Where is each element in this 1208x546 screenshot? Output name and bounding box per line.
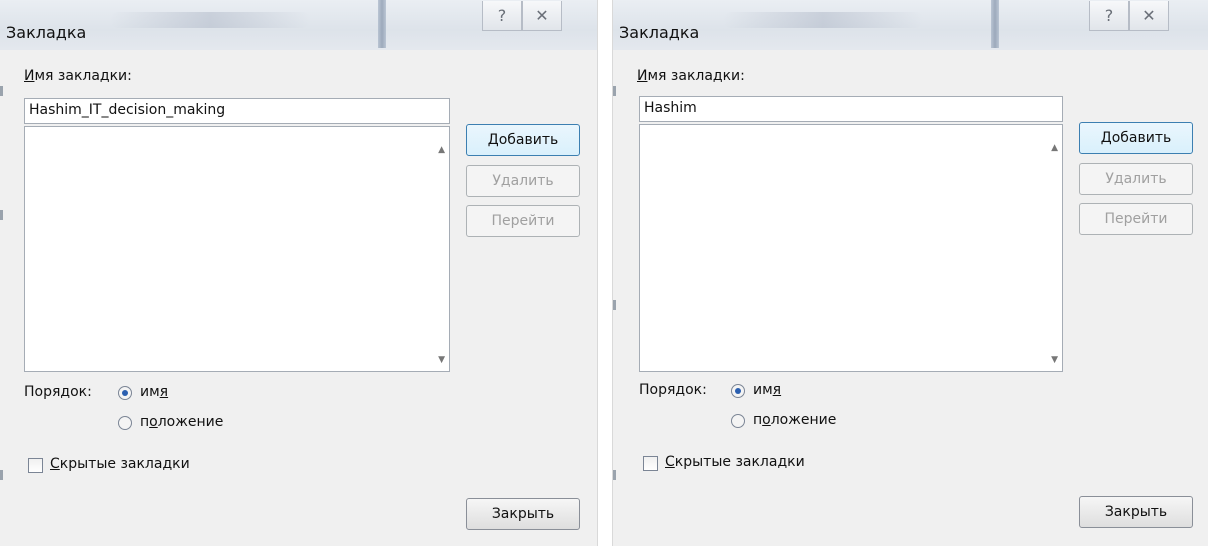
order-by-position-label-pre: п <box>753 412 763 428</box>
hidden-bookmarks-checkbox[interactable] <box>28 458 43 473</box>
hidden-bookmarks-label[interactable]: Скрытые закладки <box>50 456 190 472</box>
order-by-name-label-mnemonic: я <box>772 382 782 398</box>
order-by-name-label-pre: им <box>140 384 160 400</box>
order-by-name-radio[interactable] <box>118 386 132 400</box>
close-button[interactable]: Закрыть <box>466 498 580 530</box>
edge-mark <box>0 470 3 480</box>
dialog-title: Закладка <box>6 23 87 42</box>
scroll-down-icon[interactable]: ▼ <box>1051 355 1058 365</box>
bookmark-name-label: Имя закладки: <box>24 68 132 84</box>
bookmark-dialog-left: Закладка ? ✕ Имя закладки: Hashim_IT_dec… <box>0 0 598 546</box>
hidden-bookmarks-label[interactable]: Скрытые закладки <box>665 454 805 470</box>
edge-mark <box>613 470 616 480</box>
bookmark-list[interactable]: ▲ ▼ <box>24 126 450 372</box>
edge-mark <box>0 86 3 96</box>
edge-mark <box>613 86 616 96</box>
delete-button[interactable]: Удалить <box>466 165 580 197</box>
scroll-up-icon[interactable]: ▲ <box>438 145 445 155</box>
help-icon: ? <box>497 6 507 25</box>
title-bar-background-stripe <box>991 0 999 48</box>
order-by-position-label-pre: п <box>140 414 150 430</box>
hidden-bookmarks-label-mnemonic: С <box>50 456 60 472</box>
bookmark-name-label-text: мя закладки: <box>647 68 745 84</box>
close-window-button[interactable]: ✕ <box>522 1 562 31</box>
title-bar-background-blur <box>723 12 923 28</box>
goto-button[interactable]: Перейти <box>466 205 580 237</box>
add-button-mnemonic: Д <box>487 132 499 148</box>
bookmark-name-label-mnemonic: И <box>24 68 35 84</box>
bookmark-name-label-text: мя закладки: <box>34 68 132 84</box>
hidden-bookmarks-label-text: крытые закладки <box>674 454 805 470</box>
order-by-position-label-mnemonic: о <box>762 412 771 428</box>
close-icon: ✕ <box>1142 6 1156 25</box>
title-bar[interactable]: Закладка ? ✕ <box>0 0 597 50</box>
bookmark-name-label: Имя закладки: <box>637 68 745 84</box>
order-by-position-label-post: ложение <box>157 414 224 430</box>
help-button[interactable]: ? <box>1089 1 1129 31</box>
title-bar-background-stripe <box>378 0 386 48</box>
title-bar-background-blur <box>110 12 310 28</box>
delete-button[interactable]: Удалить <box>1079 163 1193 195</box>
bookmark-name-input[interactable]: Hashim <box>639 96 1063 122</box>
order-by-name-label-pre: им <box>753 382 773 398</box>
add-button-mnemonic: Д <box>1100 130 1112 146</box>
order-by-position-radio[interactable] <box>731 414 745 428</box>
add-button[interactable]: Добавить <box>1079 122 1193 154</box>
add-button-label: обавить <box>498 132 559 148</box>
close-button[interactable]: Закрыть <box>1079 496 1193 528</box>
help-icon: ? <box>1104 6 1114 25</box>
close-icon: ✕ <box>535 6 549 25</box>
scroll-up-icon[interactable]: ▲ <box>1051 143 1058 153</box>
goto-button[interactable]: Перейти <box>1079 203 1193 235</box>
bookmark-dialog-right: Закладка ? ✕ Имя закладки: Hashim ▲ ▼ До… <box>612 0 1208 546</box>
order-by-position-radio[interactable] <box>118 416 132 430</box>
order-by-name-label-mnemonic: я <box>159 384 169 400</box>
order-by-position-label[interactable]: положение <box>753 412 836 428</box>
order-by-name-label[interactable]: имя <box>753 382 781 398</box>
add-button-label: обавить <box>1111 130 1172 146</box>
order-by-position-label-post: ложение <box>770 412 837 428</box>
title-bar[interactable]: Закладка ? ✕ <box>613 0 1208 50</box>
hidden-bookmarks-checkbox[interactable] <box>643 456 658 471</box>
bookmark-name-label-mnemonic: И <box>637 68 648 84</box>
hidden-bookmarks-label-mnemonic: С <box>665 454 675 470</box>
order-by-position-label[interactable]: положение <box>140 414 223 430</box>
scroll-down-icon[interactable]: ▼ <box>438 355 445 365</box>
help-button[interactable]: ? <box>482 1 522 31</box>
order-by-name-radio[interactable] <box>731 384 745 398</box>
order-by-name-label[interactable]: имя <box>140 384 168 400</box>
bookmark-name-input[interactable]: Hashim_IT_decision_making <box>24 98 450 124</box>
order-label: Порядок: <box>24 384 92 400</box>
order-label: Порядок: <box>639 382 707 398</box>
close-window-button[interactable]: ✕ <box>1129 1 1169 31</box>
edge-mark <box>0 210 3 220</box>
dialog-title: Закладка <box>619 23 700 42</box>
edge-mark <box>613 300 616 310</box>
add-button[interactable]: Добавить <box>466 124 580 156</box>
bookmark-list[interactable]: ▲ ▼ <box>639 124 1063 372</box>
order-by-position-label-mnemonic: о <box>149 414 158 430</box>
hidden-bookmarks-label-text: крытые закладки <box>59 456 190 472</box>
